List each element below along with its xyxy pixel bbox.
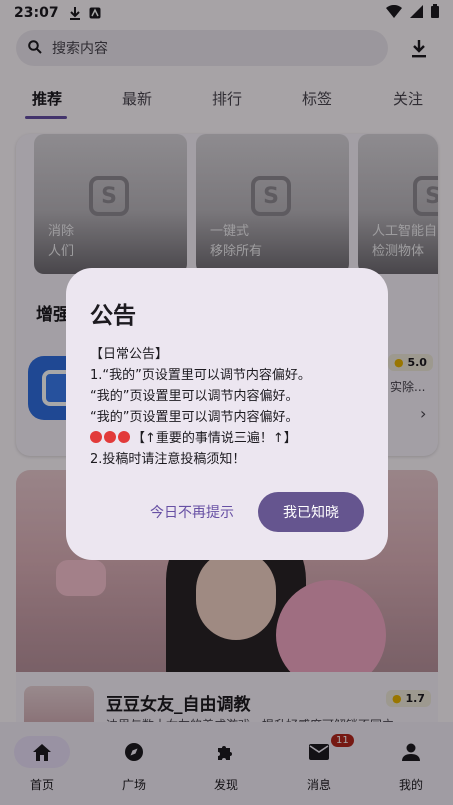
acknowledge-button[interactable]: 我已知晓 [258,492,364,532]
dialog-line: “我的”页设置里可以调节内容偏好。 [90,410,299,425]
dialog-line: 2.投稿时请注意投稿须知！ [90,452,246,467]
dialog-body: 【日常公告】 1.“我的”页设置里可以调节内容偏好。 “我的”页设置里可以调节内… [90,344,380,470]
red-circle-icon [118,431,130,443]
dialog-title: 公告 [90,303,136,329]
dialog-line: 1.“我的”页设置里可以调节内容偏好。 [90,368,311,383]
dialog-line: 【↑重要的事情说三遍！↑】 [132,431,297,446]
announcement-dialog: 公告 【日常公告】 1.“我的”页设置里可以调节内容偏好。 “我的”页设置里可以… [66,268,388,560]
dialog-line: “我的”页设置里可以调节内容偏好。 [90,389,299,404]
red-circle-icon [104,431,116,443]
dont-show-today-button[interactable]: 今日不再提示 [150,502,234,522]
dialog-line-important: 【↑重要的事情说三遍！↑】 [90,428,380,449]
red-circle-icon [90,431,102,443]
dialog-line: 【日常公告】 [90,347,169,362]
